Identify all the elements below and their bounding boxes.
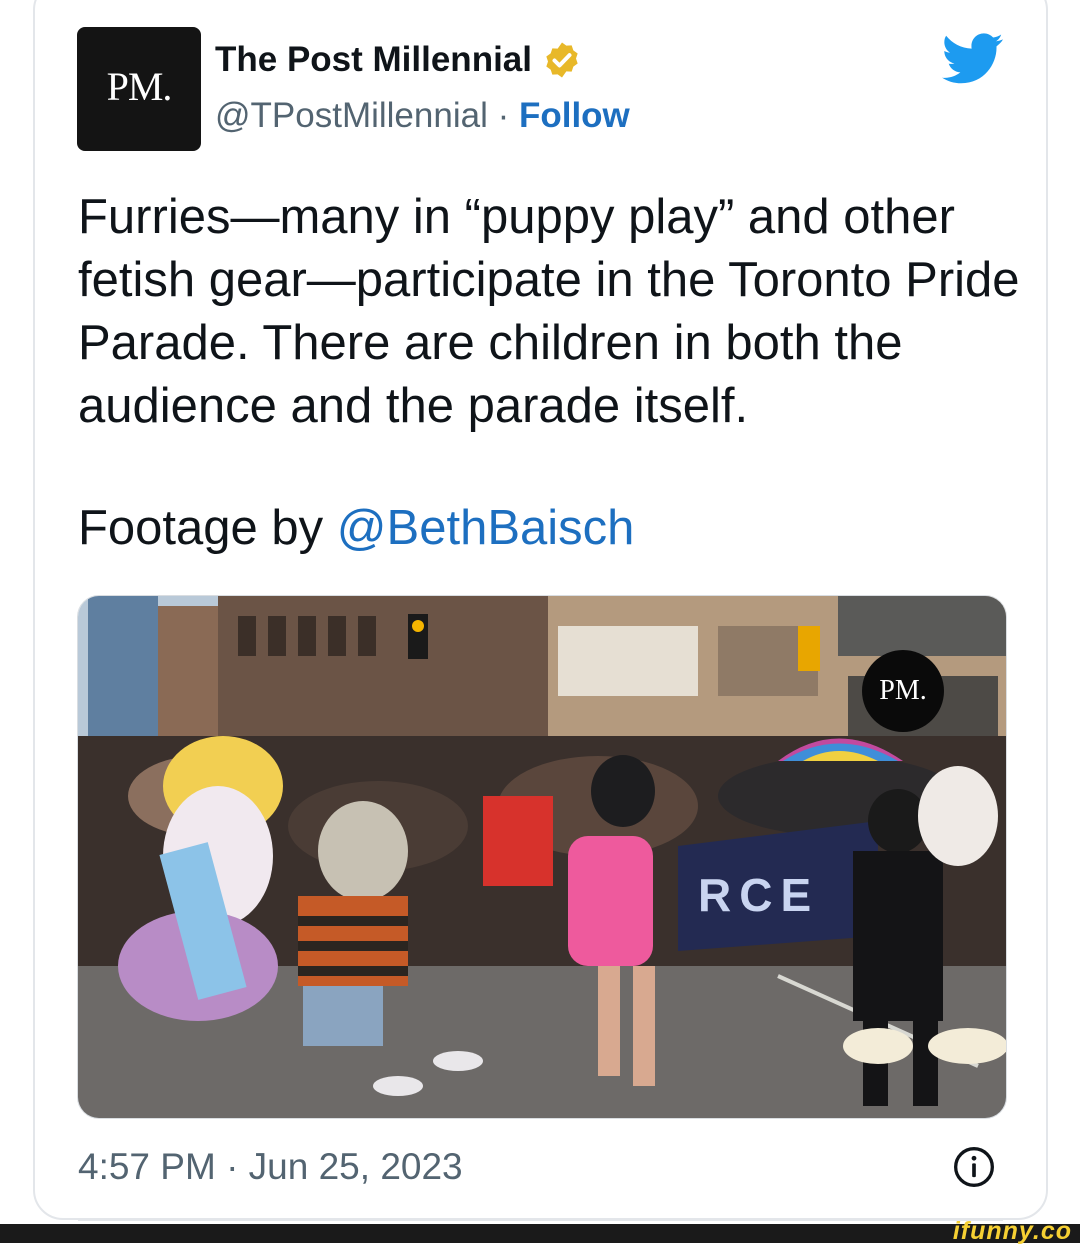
tweet-text: Furries—many in “puppy play” and other f… [78, 190, 1034, 433]
account-name-row[interactable]: The Post Millennial [215, 40, 582, 80]
account-handle[interactable]: @TPostMillennial [215, 96, 488, 135]
account-name[interactable]: The Post Millennial [215, 40, 532, 80]
footage-credit: Footage by @BethBaisch [78, 500, 634, 556]
twitter-bird-icon[interactable] [942, 33, 1004, 85]
pm-watermark-text: PM. [879, 675, 927, 706]
info-icon[interactable] [952, 1145, 996, 1189]
site-watermark: ifunny.co [952, 1217, 1072, 1245]
credit-mention-link[interactable]: @BethBaisch [337, 501, 635, 555]
pm-watermark: PM. [862, 650, 944, 732]
credit-prefix: Footage by [78, 501, 337, 555]
timestamp[interactable]: 4:57 PM · Jun 25, 2023 [78, 1146, 463, 1188]
banner-text: RCE [698, 869, 819, 921]
follow-button[interactable]: Follow [519, 96, 630, 135]
avatar[interactable]: PM. [77, 27, 201, 151]
verified-badge-icon [546, 42, 578, 78]
avatar-text: PM. [106, 63, 173, 109]
divider [78, 1219, 1003, 1221]
footer-bar [0, 1224, 1080, 1243]
handle-row: @TPostMillennial · Follow [215, 96, 630, 136]
separator: · [497, 96, 519, 135]
